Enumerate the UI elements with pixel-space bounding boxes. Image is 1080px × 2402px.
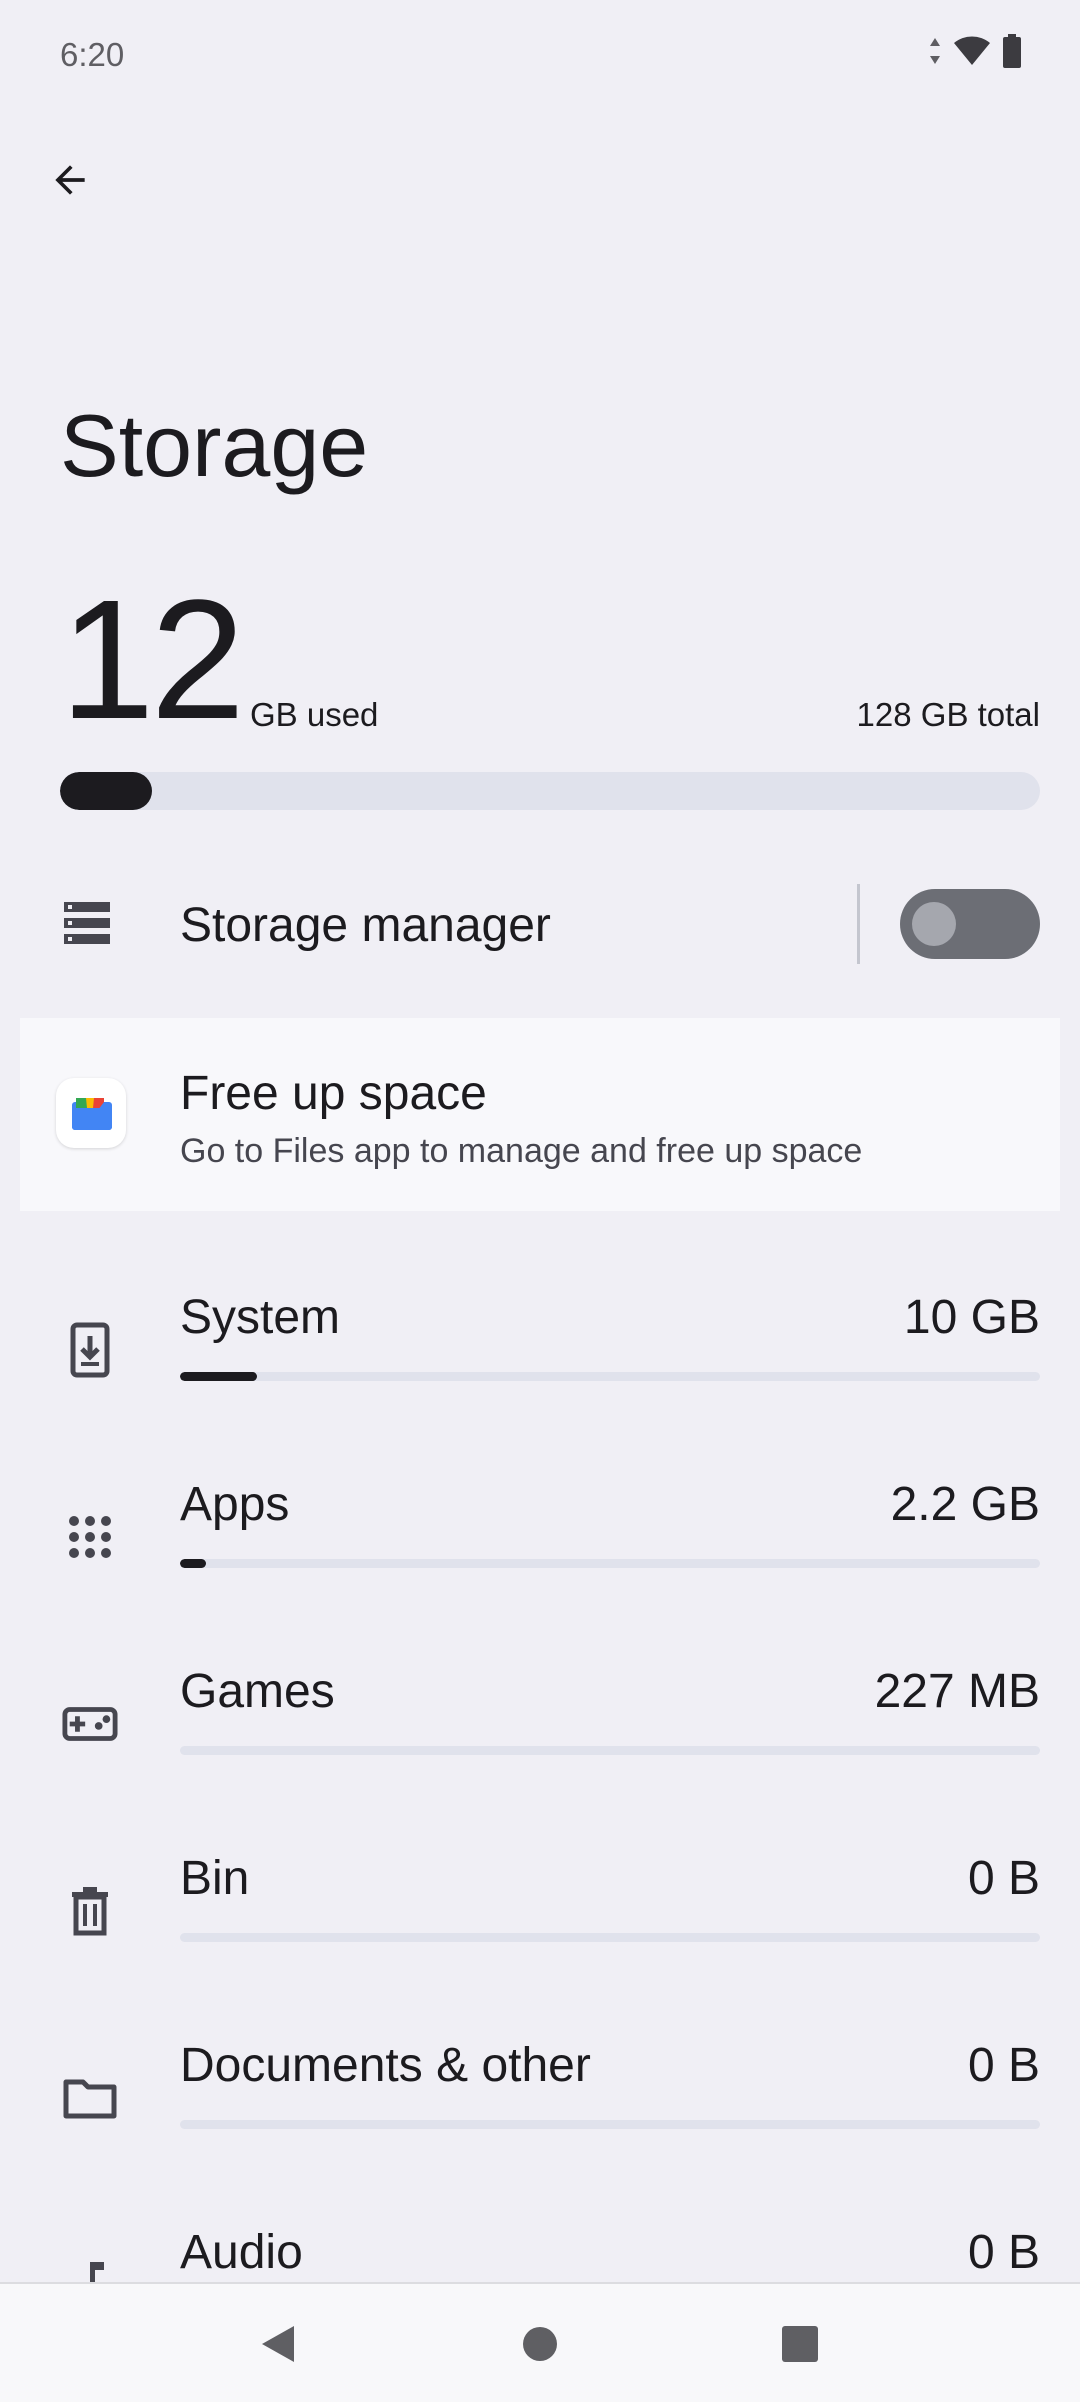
storage-usage-bar [60,772,1040,810]
category-bin[interactable]: Bin 0 B [0,1833,1080,2020]
back-triangle-icon [262,2326,294,2362]
page-title: Storage [60,396,369,495]
category-value: 0 B [967,2039,1040,2092]
free-up-space-title: Free up space [180,1067,487,1120]
divider [857,884,860,964]
category-bar [180,1559,1040,1568]
system-update-icon [62,1322,118,1378]
category-label: System [180,1291,341,1344]
category-bar-fill [180,1559,206,1568]
gamepad-icon [62,1696,118,1752]
apps-grid-icon [62,1509,118,1565]
category-apps[interactable]: Apps 2.2 GB [0,1459,1080,1646]
used-number: 12 [60,565,245,755]
data-arrows-icon [930,38,940,64]
category-value: 2.2 GB [890,1478,1040,1531]
category-label: Audio [180,2226,303,2279]
nav-home-button[interactable] [512,2316,568,2372]
nav-back-button[interactable] [250,2316,306,2372]
category-documents[interactable]: Documents & other 0 B [0,2020,1080,2207]
trash-icon [62,1883,118,1939]
recents-square-icon [782,2326,818,2362]
files-app-icon [56,1078,126,1148]
category-bar-fill [180,1372,258,1381]
category-bar [180,2120,1040,2129]
category-label: Documents & other [180,2039,591,2092]
free-up-space-card[interactable]: Free up space Go to Files app to manage … [20,1018,1060,1211]
category-bar [180,1933,1040,1942]
storage-usage-fill [60,772,153,810]
status-icons [928,34,1022,68]
wifi-icon [954,36,990,65]
status-time: 6:20 [60,36,125,73]
category-bar [180,1746,1040,1755]
free-up-space-subtitle: Go to Files app to manage and free up sp… [180,1132,863,1170]
category-value: 0 B [967,1852,1040,1905]
category-bar [180,1372,1040,1381]
system-nav-bar [0,2282,1080,2402]
storage-list-icon [62,900,112,951]
folder-icon [62,2070,118,2126]
home-circle-icon [523,2327,557,2361]
total-label: 128 GB total [856,696,1040,733]
toggle-knob [912,902,956,946]
storage-manager-label: Storage manager [180,899,551,952]
category-games[interactable]: Games 227 MB [0,1646,1080,1833]
category-value: 0 B [967,2226,1040,2279]
category-value: 10 GB [903,1291,1040,1344]
category-value: 227 MB [874,1665,1040,1718]
category-label: Bin [180,1852,250,1905]
battery-icon [1003,34,1021,68]
category-label: Games [180,1665,335,1718]
arrow-left-icon [55,165,85,195]
back-button[interactable] [40,150,100,210]
category-label: Apps [180,1478,290,1531]
nav-recents-button[interactable] [772,2316,828,2372]
category-system[interactable]: System 10 GB [0,1272,1080,1459]
used-label: GB used [250,696,379,733]
storage-manager-toggle[interactable] [900,889,1040,959]
